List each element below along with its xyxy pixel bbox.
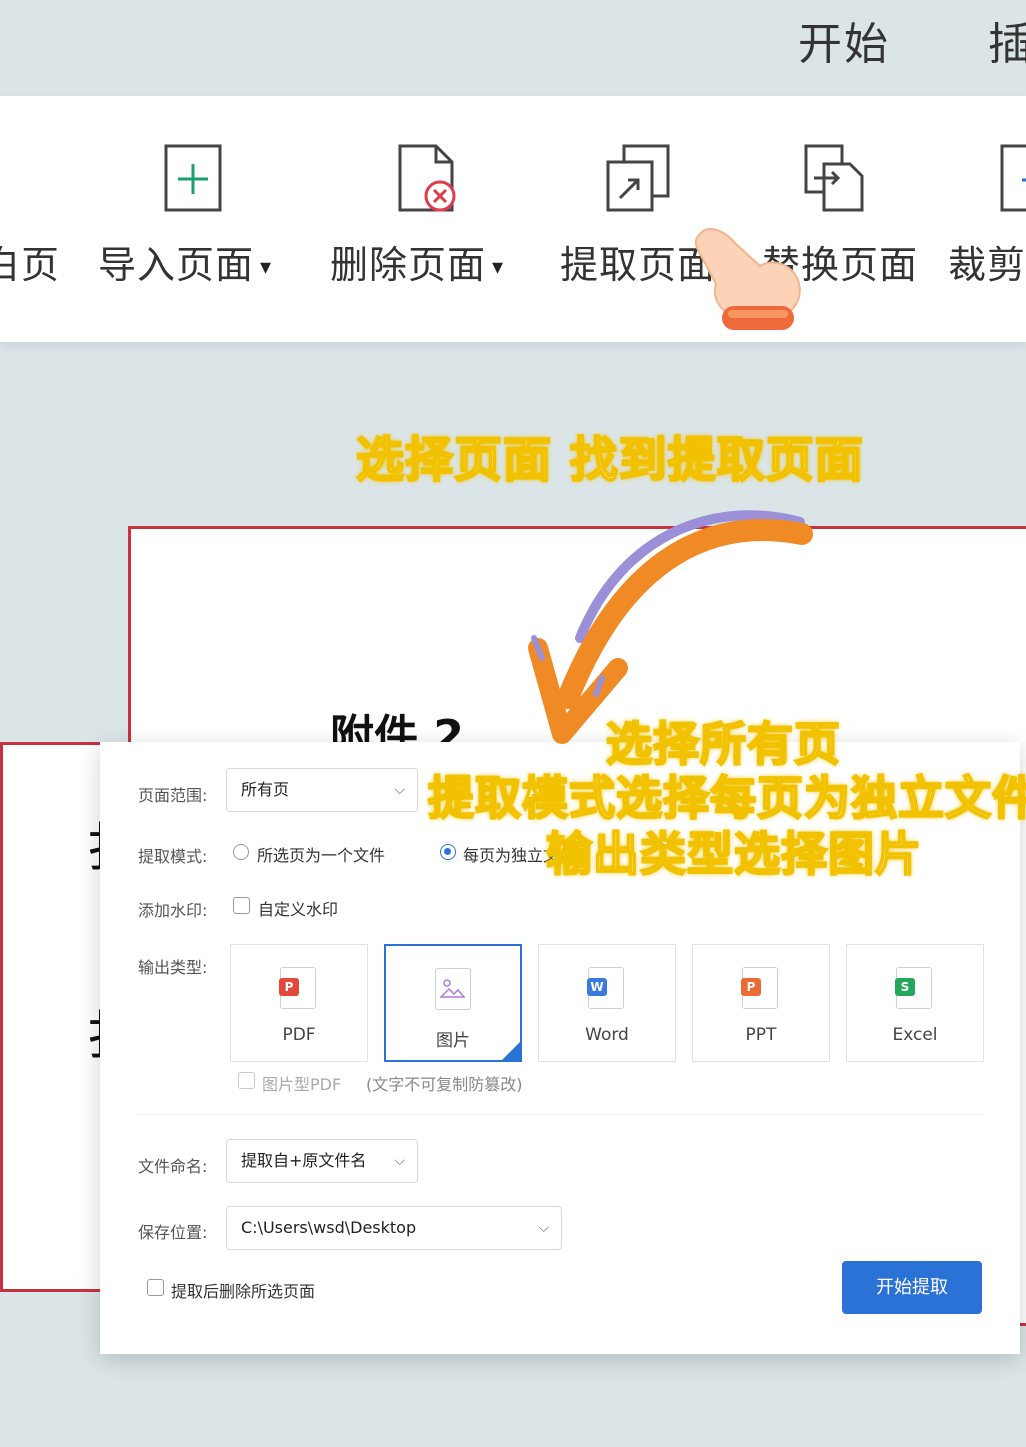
chevron-down-icon: ⌵ <box>394 1153 405 1169</box>
page-range-select[interactable]: 所有页 ⌵ <box>226 768 418 812</box>
page-ribbon: 白页 导入页面 ▾ 删除页面 ▾ 提取页面 替换页面 裁剪 <box>0 96 1026 342</box>
delete-page-label: 删除页面 <box>330 243 487 287</box>
watermark-label: 添加水印: <box>138 901 208 920</box>
ppt-file-icon: P <box>741 967 778 1009</box>
save-location-label: 保存位置: <box>138 1223 208 1242</box>
output-card-word[interactable]: W Word <box>538 944 676 1062</box>
excel-file-icon: S <box>895 967 932 1009</box>
delete-after-checkbox[interactable] <box>147 1279 164 1296</box>
output-card-label: 图片 <box>436 1031 470 1051</box>
pointing-hand-icon <box>690 214 810 344</box>
chevron-down-icon: ⌵ <box>394 782 405 798</box>
import-page-button[interactable]: 导入页面 ▾ <box>98 234 272 289</box>
output-card-label: PDF <box>282 1025 316 1045</box>
output-card-label: PPT <box>745 1025 777 1045</box>
replace-page-icon[interactable] <box>804 144 864 212</box>
ribbon-label-blank-page[interactable]: 白页 <box>0 234 60 289</box>
save-location-value: C:\Users\wsd\Desktop <box>241 1218 417 1237</box>
chevron-down-icon: ▾ <box>260 255 273 280</box>
selected-check-icon <box>502 1042 520 1060</box>
image-pdf-checkbox[interactable] <box>238 1072 255 1089</box>
output-card-label: Word <box>585 1025 629 1045</box>
custom-watermark-option[interactable]: 自定义水印 <box>258 896 338 920</box>
tab-start[interactable]: 开始 <box>798 8 890 72</box>
divider <box>138 1114 982 1115</box>
custom-watermark-checkbox[interactable] <box>233 897 250 914</box>
extract-page-icon[interactable] <box>606 144 670 212</box>
single-file-radio[interactable] <box>233 844 249 860</box>
crop-icon[interactable] <box>1000 144 1026 212</box>
ppt-badge: P <box>741 978 761 996</box>
instruction-caption-top: 选择页面 找到提取页面 <box>355 431 864 489</box>
image-pdf-hint: (文字不可复制防篡改) <box>366 1075 523 1094</box>
delete-after-option[interactable]: 提取后删除所选页面 <box>171 1278 315 1302</box>
excel-badge: S <box>895 978 915 996</box>
delete-page-button[interactable]: 删除页面 ▾ <box>330 234 504 289</box>
page-range-label: 页面范围: <box>138 786 208 805</box>
instruction-caption-line3: 输出类型选择图片 <box>545 826 922 882</box>
separate-files-radio[interactable] <box>440 844 456 860</box>
import-page-icon[interactable] <box>164 144 222 212</box>
page-range-value: 所有页 <box>241 780 290 799</box>
start-extract-button[interactable]: 开始提取 <box>842 1261 982 1314</box>
chevron-down-icon: ▾ <box>492 255 505 280</box>
chevron-down-icon: ⌵ <box>538 1220 549 1236</box>
file-naming-select[interactable]: 提取自+原文件名 ⌵ <box>226 1139 418 1183</box>
image-file-icon <box>435 968 471 1010</box>
save-location-select[interactable]: C:\Users\wsd\Desktop ⌵ <box>226 1206 562 1250</box>
single-file-option[interactable]: 所选页为一个文件 <box>257 842 385 866</box>
tab-insert[interactable]: 插 <box>988 8 1026 72</box>
output-card-excel[interactable]: S Excel <box>846 944 984 1062</box>
word-file-icon: W <box>587 967 624 1009</box>
extract-mode-label: 提取模式: <box>138 847 208 866</box>
file-naming-value: 提取自+原文件名 <box>241 1151 367 1170</box>
word-badge: W <box>587 978 607 996</box>
delete-page-icon[interactable] <box>398 144 456 212</box>
output-type-label: 输出类型: <box>138 958 208 977</box>
file-naming-label: 文件命名: <box>138 1157 208 1176</box>
pdf-file-icon: P <box>279 967 316 1009</box>
output-card-pdf[interactable]: P PDF <box>230 944 368 1062</box>
output-card-ppt[interactable]: P PPT <box>692 944 830 1062</box>
crop-button[interactable]: 裁剪 <box>948 234 1026 289</box>
import-page-label: 导入页面 <box>98 243 255 287</box>
output-card-image[interactable]: 图片 <box>384 944 522 1062</box>
pdf-badge: P <box>279 978 299 996</box>
image-pdf-option: 图片型PDF <box>262 1075 342 1094</box>
output-card-label: Excel <box>892 1025 938 1045</box>
